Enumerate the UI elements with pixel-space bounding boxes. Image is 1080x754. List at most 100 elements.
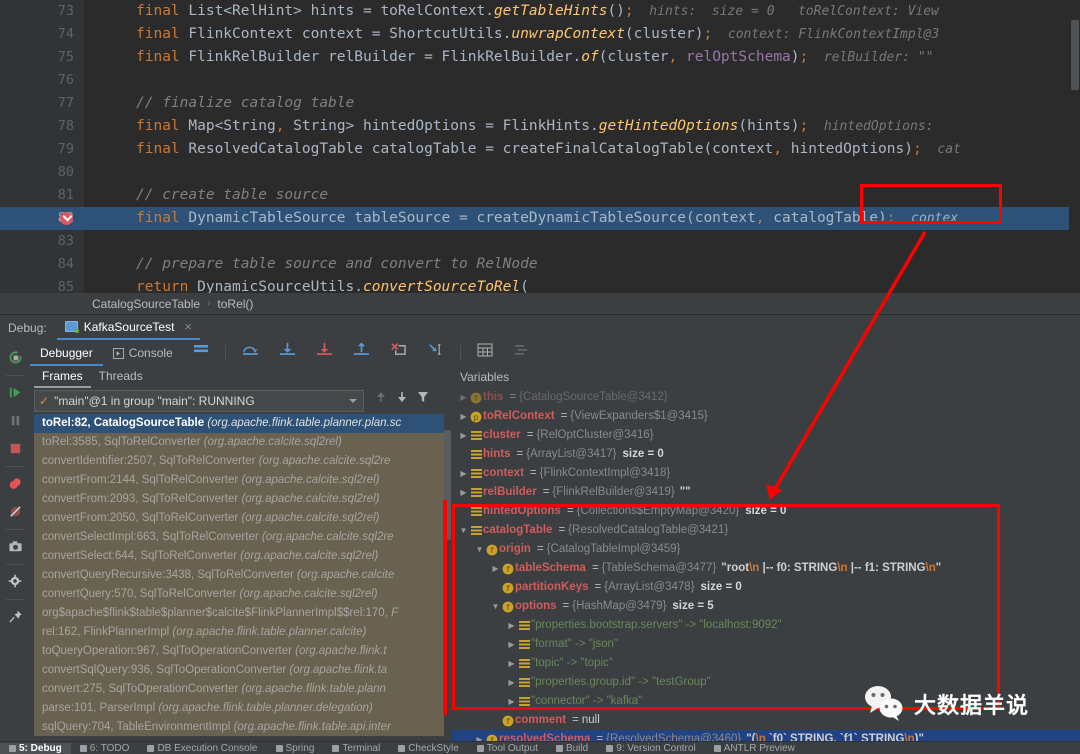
frame-row[interactable]: convertFrom:2050, SqlToRelConverter (org… <box>34 509 446 528</box>
view-breakpoints-icon[interactable] <box>2 470 28 496</box>
variable-row[interactable]: ▼ f origin = {CatalogTableImpl@3459} <box>452 540 1080 559</box>
code-line[interactable]: 79 final ResolvedCatalogTable catalogTabl… <box>0 138 1080 161</box>
variable-row[interactable]: f partitionKeys = {ArrayList@3478} size = 0 <box>452 578 1080 597</box>
debugger-toolbar[interactable]: Debugger Console <box>30 340 1080 366</box>
status-item-db-execution-console[interactable]: DB Execution Console <box>138 743 266 754</box>
status-item-tool-output[interactable]: Tool Output <box>468 743 547 754</box>
filter-icon[interactable] <box>417 390 429 409</box>
expand-arrow-icon[interactable]: ▶ <box>506 673 517 692</box>
editor-scrollbar[interactable] <box>1069 0 1080 293</box>
evaluate-expression-icon[interactable] <box>467 340 503 366</box>
variable-row[interactable]: ▼ catalogTable = {ResolvedCatalogTable@3421… <box>452 521 1080 540</box>
variables-tree[interactable]: ▶ f this = {CatalogSourceTable@3412} ▶ p toRelC… <box>452 388 1080 741</box>
expand-arrow-icon[interactable]: ▶ <box>506 692 517 711</box>
variable-row[interactable]: ▶ f resolvedSchema = {ResolvedSchema@3460} "(… <box>452 730 1080 741</box>
step-out-icon[interactable] <box>343 340 380 366</box>
variable-row[interactable]: ▼ f options = {HashMap@3479} size = 5 <box>452 597 1080 616</box>
run-to-cursor-icon[interactable] <box>417 340 454 366</box>
frame-row[interactable]: rel:162, FlinkPlannerImpl (org.apache.fl… <box>34 623 446 642</box>
status-item-5-debug[interactable]: 5: Debug <box>0 742 71 754</box>
frames-scrollbar[interactable] <box>444 366 451 741</box>
expand-arrow-icon[interactable]: ▶ <box>458 483 469 502</box>
frame-row[interactable]: convertQuery:570, SqlToRelConverter (org… <box>34 585 446 604</box>
breadcrumb-method[interactable]: toRel() <box>217 297 253 311</box>
expand-arrow-icon[interactable]: ▼ <box>458 521 469 540</box>
code-line[interactable]: 85 return DynamicSourceUtils.convertSourc… <box>0 276 1080 293</box>
frames-list[interactable]: toRel:82, CatalogSourceTable (org.apache… <box>34 414 446 736</box>
expand-arrow-icon[interactable]: ▶ <box>490 559 501 578</box>
expand-arrow-icon[interactable]: ▶ <box>458 407 469 426</box>
code-line[interactable]: 73 final List<RelHint> hints = toRelConte… <box>0 0 1080 23</box>
status-item-spring[interactable]: Spring <box>267 743 324 754</box>
thread-selector[interactable]: ✓ "main"@1 in group "main": RUNNING <box>34 390 364 412</box>
resume-program-icon[interactable] <box>2 379 28 405</box>
debug-session-tab[interactable]: KafkaSourceTest × <box>56 315 201 340</box>
camera-icon[interactable] <box>2 533 28 559</box>
variable-row[interactable]: ▶ f tableSchema = {TableSchema@3477} "root\n … <box>452 559 1080 578</box>
move-up-icon[interactable] <box>375 390 387 409</box>
frame-row[interactable]: convertFrom:2093, SqlToRelConverter (org… <box>34 490 446 509</box>
settings-icon[interactable] <box>2 568 28 594</box>
rerun-icon[interactable] <box>2 344 28 370</box>
status-item-checkstyle[interactable]: CheckStyle <box>389 743 468 754</box>
frame-row[interactable]: toQueryOperation:967, SqlToOperationConv… <box>34 642 446 661</box>
status-item-build[interactable]: Build <box>547 743 597 754</box>
stop-icon[interactable] <box>2 435 28 461</box>
expand-arrow-icon[interactable]: ▶ <box>506 635 517 654</box>
frame-row[interactable]: convertIdentifier:2507, SqlToRelConverte… <box>34 452 446 471</box>
editor-scrollbar-thumb[interactable] <box>1071 20 1079 90</box>
variable-row[interactable]: ▶ p toRelContext = {ViewExpanders$1@3415} <box>452 407 1080 426</box>
variable-row[interactable]: ▶ relBuilder = {FlinkRelBuilder@3419} "" <box>452 483 1080 502</box>
variable-row[interactable]: ▶ cluster = {RelOptCluster@3416} <box>452 426 1080 445</box>
expand-arrow-icon[interactable]: ▶ <box>458 388 469 407</box>
frames-scrollbar-thumb[interactable] <box>444 430 451 540</box>
breakpoint-icon[interactable] <box>60 212 73 225</box>
variable-row[interactable]: ▶ "properties.bootstrap.servers" -> "loca… <box>452 616 1080 635</box>
variable-row[interactable]: hintedOptions = {Collections$EmptyMap@3420… <box>452 502 1080 521</box>
status-bar[interactable]: 5: Debug 6: TODO DB Execution Console Sprin… <box>0 741 1080 754</box>
expand-arrow-icon[interactable]: ▶ <box>458 426 469 445</box>
status-item-9-version-control[interactable]: 9: Version Control <box>597 743 705 754</box>
tab-frames[interactable]: Frames <box>34 366 91 388</box>
debug-side-toolbar[interactable] <box>0 340 30 741</box>
variable-row[interactable]: ▶ "properties.group.id" -> "testGroup" <box>452 673 1080 692</box>
frame-row[interactable]: convert:275, SqlToOperationConverter (or… <box>34 680 446 699</box>
tab-threads[interactable]: Threads <box>91 366 151 388</box>
variable-row[interactable]: ▶ f this = {CatalogSourceTable@3412} <box>452 388 1080 407</box>
tab-console[interactable]: Console <box>103 340 183 366</box>
variable-row[interactable]: ▶ "format" -> "json" <box>452 635 1080 654</box>
code-editor[interactable]: 73 final List<RelHint> hints = toRelConte… <box>0 0 1080 293</box>
code-line[interactable]: 77 // finalize catalog table <box>0 92 1080 115</box>
code-line[interactable]: 83 <box>0 230 1080 253</box>
variable-row[interactable]: ▶ "connector" -> "kafka" <box>452 692 1080 711</box>
force-step-into-icon[interactable] <box>306 340 343 366</box>
variable-row[interactable]: f comment = null <box>452 711 1080 730</box>
status-item-6-todo[interactable]: 6: TODO <box>71 743 139 754</box>
frames-nav[interactable] <box>375 390 429 409</box>
chevron-down-icon[interactable] <box>349 399 357 403</box>
tab-debugger[interactable]: Debugger <box>30 340 103 366</box>
frame-row[interactable]: convertSqlQuery:936, SqlToOperationConve… <box>34 661 446 680</box>
frame-row[interactable]: org$apache$flink$table$planner$calcite$F… <box>34 604 446 623</box>
frame-row[interactable]: sqlQuery:704, TableEnvironmentImpl (org.… <box>34 718 446 736</box>
step-into-icon[interactable] <box>269 340 306 366</box>
layout-settings-icon[interactable] <box>183 340 219 366</box>
move-down-icon[interactable] <box>396 390 408 409</box>
code-line[interactable]: 76 <box>0 69 1080 92</box>
frame-row[interactable]: convertQueryRecursive:3438, SqlToRelConv… <box>34 566 446 585</box>
pause-program-icon[interactable] <box>2 407 28 433</box>
expand-arrow-icon[interactable]: ▶ <box>506 654 517 673</box>
code-line[interactable]: 82final DynamicTableSource tableSource =… <box>0 207 1080 230</box>
frame-row[interactable]: parse:101, ParserImpl (org.apache.flink.… <box>34 699 446 718</box>
step-over-icon[interactable] <box>232 340 269 366</box>
frame-row[interactable]: convertSelectImpl:663, SqlToRelConverter… <box>34 528 446 547</box>
close-icon[interactable]: × <box>184 319 192 334</box>
expand-arrow-icon[interactable]: ▶ <box>458 464 469 483</box>
variable-row[interactable]: ▶ "topic" -> "topic" <box>452 654 1080 673</box>
code-line[interactable]: 74 final FlinkContext context = ShortcutU… <box>0 23 1080 46</box>
frame-row[interactable]: toRel:82, CatalogSourceTable (org.apache… <box>34 414 446 433</box>
expand-arrow-icon[interactable]: ▶ <box>506 616 517 635</box>
drop-frame-icon[interactable] <box>380 340 417 366</box>
breadcrumb-class[interactable]: CatalogSourceTable <box>92 297 200 311</box>
mute-breakpoints-toolbar-icon[interactable] <box>503 340 539 366</box>
